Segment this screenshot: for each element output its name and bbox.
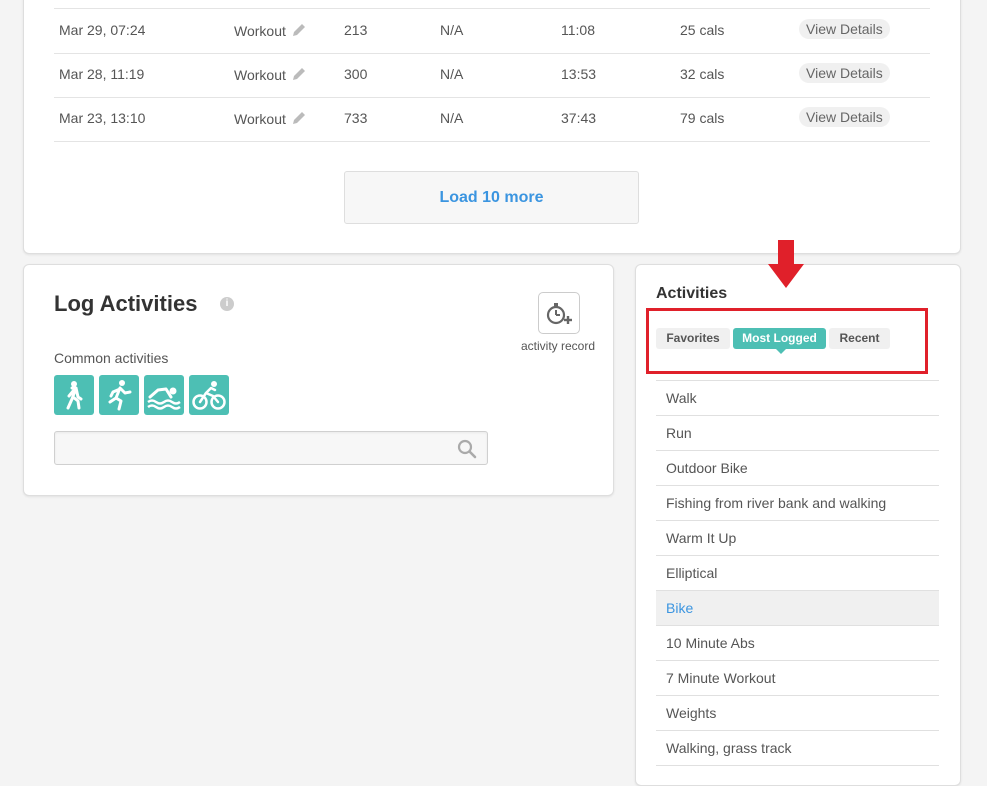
row-distance: N/A xyxy=(440,22,464,38)
common-activities-label: Common activities xyxy=(54,350,169,366)
row-duration: 13:53 xyxy=(561,66,597,82)
row-calories: 79 cals xyxy=(680,110,725,126)
list-item[interactable]: Run xyxy=(656,416,939,451)
table-row: Mar 28, 11:19 Workout 300 N/A 13:53 32 c… xyxy=(54,53,930,98)
activity-history-card: Mar 29, 07:24 Workout 213 N/A 11:08 25 c… xyxy=(23,0,961,254)
row-name[interactable]: Workout xyxy=(234,66,307,83)
run-icon xyxy=(108,380,132,411)
list-item[interactable]: 10 Minute Abs xyxy=(656,626,939,661)
activity-search-box xyxy=(54,431,488,465)
bike-icon xyxy=(192,381,226,410)
view-details-button[interactable]: View Details xyxy=(799,19,890,39)
activity-record-label: activity record xyxy=(521,339,596,353)
list-item[interactable]: Walking, grass track xyxy=(656,731,939,766)
list-item[interactable]: Weights xyxy=(656,696,939,731)
row-date: Mar 28, 11:19 xyxy=(59,66,145,82)
pencil-icon[interactable] xyxy=(291,110,307,126)
row-name[interactable]: Workout xyxy=(234,110,307,127)
info-icon[interactable]: i xyxy=(220,297,234,311)
list-item[interactable]: Outdoor Bike xyxy=(656,451,939,486)
activity-record-button[interactable] xyxy=(538,292,580,334)
list-item[interactable]: Warm It Up xyxy=(656,521,939,556)
row-steps: 300 xyxy=(344,66,368,82)
row-distance: N/A xyxy=(440,66,464,82)
list-item[interactable]: Fishing from river bank and walking xyxy=(656,486,939,521)
view-details-button[interactable]: View Details xyxy=(799,63,890,83)
search-icon[interactable] xyxy=(457,439,477,459)
tab-recent[interactable]: Recent xyxy=(829,328,890,349)
page-title: Log Activities xyxy=(54,291,198,316)
tab-favorites[interactable]: Favorites xyxy=(656,328,730,349)
load-more-button[interactable]: Load 10 more xyxy=(344,171,639,224)
list-item[interactable]: 7 Minute Workout xyxy=(656,661,939,696)
red-arrow-annotation xyxy=(768,240,804,288)
row-steps: 213 xyxy=(344,22,368,38)
tab-most-logged[interactable]: Most Logged xyxy=(733,328,826,349)
stopwatch-plus-icon xyxy=(546,303,572,325)
row-steps: 733 xyxy=(344,110,368,126)
walk-icon xyxy=(66,381,83,410)
swim-icon xyxy=(147,387,181,410)
table-row: Mar 29, 07:24 Workout 213 N/A 11:08 25 c… xyxy=(54,9,930,54)
row-duration: 11:08 xyxy=(561,22,595,38)
list-item[interactable]: Elliptical xyxy=(656,556,939,591)
row-name[interactable]: Workout xyxy=(234,22,307,39)
table-row: Mar 23, 13:10 Workout 733 N/A 37:43 79 c… xyxy=(54,97,930,142)
view-details-button[interactable]: View Details xyxy=(799,107,890,127)
list-item-selected[interactable]: Bike xyxy=(656,591,939,626)
pencil-icon[interactable] xyxy=(291,66,307,82)
row-calories: 32 cals xyxy=(680,66,725,82)
activity-search-input[interactable] xyxy=(59,436,453,462)
pencil-icon[interactable] xyxy=(291,22,307,38)
row-date: Mar 29, 07:24 xyxy=(59,22,146,38)
bike-button[interactable] xyxy=(189,375,229,415)
run-button[interactable] xyxy=(99,375,139,415)
activities-title: Activities xyxy=(656,285,728,302)
list-item[interactable]: Walk xyxy=(656,381,939,416)
walk-button[interactable] xyxy=(54,375,94,415)
log-activities-card: Log Activities i activity record Common … xyxy=(23,264,614,496)
activities-panel: Activities Favorites Most Logged Recent … xyxy=(635,240,961,786)
row-date: Mar 23, 13:10 xyxy=(59,110,146,126)
activity-list: Walk Run Outdoor Bike Fishing from river… xyxy=(656,380,939,766)
row-distance: N/A xyxy=(440,110,464,126)
active-tab-caret xyxy=(776,349,786,354)
row-calories: 25 cals xyxy=(680,22,725,38)
swim-button[interactable] xyxy=(144,375,184,415)
row-duration: 37:43 xyxy=(561,110,597,126)
